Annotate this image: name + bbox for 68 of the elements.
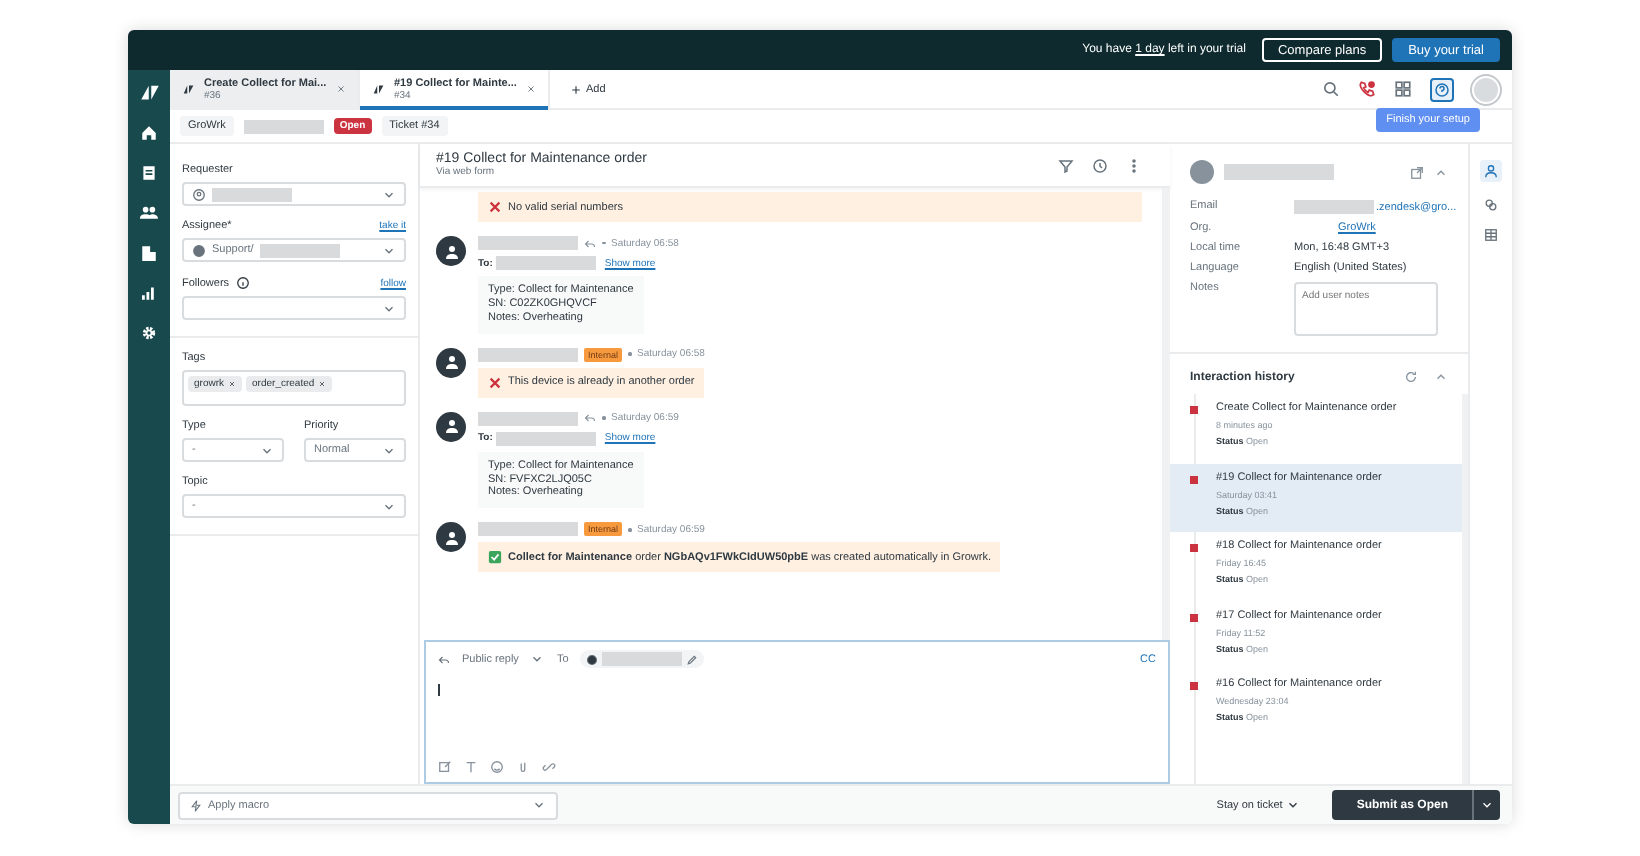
building-icon [140,244,158,262]
table-icon [1484,228,1498,242]
history-icon [1092,157,1108,173]
pencil-icon [686,653,699,665]
chevron-down-icon [382,443,396,457]
phone-icon [1358,80,1376,98]
lightning-icon [190,799,202,811]
compose-icon [438,760,452,774]
settings-icon [140,324,158,342]
help-icon [1434,81,1450,97]
redacted-block [496,256,597,270]
plus-icon [570,83,582,95]
x-mark-icon [488,375,502,390]
recipient-chip[interactable] [580,650,705,668]
more-icon [1126,157,1142,173]
chevron-down-icon [530,652,545,666]
ticket-icon [182,82,196,96]
chevron-down-icon [260,443,274,457]
help-button[interactable] [1430,77,1454,101]
redacted-block [496,431,597,446]
filter-icon [1058,157,1074,173]
chevron-up-icon [1434,370,1448,384]
redacted-block [478,347,578,362]
home-icon [140,124,158,142]
reply-icon [584,412,596,425]
ticket-icon [372,82,386,96]
chevron-down-icon [1480,798,1494,812]
person-icon [443,243,459,259]
external-link-icon [1410,165,1424,179]
redacted-block [243,119,324,133]
person-icon [443,529,459,546]
person-icon [1484,164,1498,178]
close-icon [336,84,346,94]
redacted-block [259,243,340,257]
info-icon [235,276,250,290]
redacted-block [212,187,292,201]
chevron-down-icon [532,798,546,812]
refresh-icon [1404,370,1418,384]
grid-icon [1394,80,1412,98]
chevron-down-icon [382,301,396,315]
close-icon [526,84,536,94]
text-format-icon [464,760,478,774]
chevron-down-icon [1286,798,1301,812]
x-mark-icon [488,200,502,214]
redacted-block [478,236,578,250]
reply-icon [584,237,596,249]
chevron-down-icon [382,499,396,513]
redacted-block [1224,164,1334,180]
person-icon [443,418,459,435]
redacted-block [478,411,578,426]
paperclip-icon [516,760,530,774]
chevron-up-icon [1434,165,1448,179]
document-icon [140,164,158,182]
check-mark-icon [488,550,502,565]
emoji-icon [490,760,504,774]
person-icon [443,354,459,371]
redacted-block [602,652,683,666]
chevron-down-icon [382,243,396,257]
chevron-down-icon [382,187,396,201]
people-icon [140,204,158,222]
reply-icon [438,653,450,665]
avatar [1190,160,1214,184]
bar-chart-icon [140,284,158,302]
redacted-block [478,522,578,537]
search-icon [1322,80,1340,98]
user-button[interactable] [1480,160,1502,182]
submit-options-button[interactable] [1472,790,1500,820]
logo-icon [139,82,159,102]
